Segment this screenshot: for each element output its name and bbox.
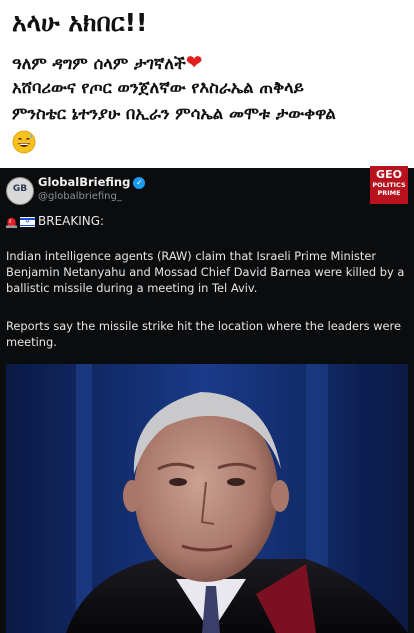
account-name-text: GlobalBriefing [38, 175, 131, 189]
caption-line-3: ምንስቴር ኔተንያሁ በኢራን ምሳኤል መሞቱ ታውቀዋል [12, 104, 336, 123]
portrait-photo [6, 364, 408, 633]
brand-logo-line-2: POLITICS [372, 181, 406, 189]
post-paragraph-1: Indian intelligence agents (RAW) claim t… [6, 249, 405, 295]
account-handle[interactable]: @globalbriefing_ [38, 191, 122, 202]
grinning-sweat-emoji-icon [12, 130, 36, 154]
caption-line-1-text: ዓለም ዳግም ሰላም ታገኛለች [12, 54, 186, 73]
verified-badge-icon: ✓ [133, 176, 146, 189]
caption-line-2: አሸባሪውና የጦር ወንጀለኛው የእስራኤል ጠቅላይ [12, 78, 304, 97]
caption-title: አላሁ አክበር!! [12, 8, 148, 37]
red-heart-icon: ❤ [185, 50, 203, 74]
israel-flag-icon: ✡ [20, 217, 35, 227]
brand-logo-line-1: GEO [376, 168, 402, 181]
post-photo[interactable] [6, 364, 408, 633]
account-name[interactable]: GlobalBriefing ✓ [38, 175, 146, 189]
shared-image: አላሁ አክበር!! ዓለም ዳግም ሰላም ታገኛለች❤ አሸባሪውና የጦር… [0, 0, 414, 633]
caption-area: አላሁ አክበር!! ዓለም ዳግም ሰላም ታገኛለች❤ አሸባሪውና የጦር… [0, 0, 414, 168]
brand-logo: GEO POLITICS PRIME [370, 166, 408, 204]
tweet-card: GB GlobalBriefing ✓ @globalbriefing_ GEO … [0, 166, 414, 633]
avatar-initials: GB [12, 184, 28, 194]
siren-icon [6, 217, 17, 228]
avatar[interactable]: GB [6, 177, 34, 205]
post-paragraph-2: Reports say the missile strike hit the l… [6, 319, 401, 349]
caption-line-1: ዓለም ዳግም ሰላም ታገኛለች❤ [12, 50, 412, 76]
breaking-label: BREAKING: [38, 214, 105, 228]
brand-logo-line-3: PRIME [377, 189, 401, 197]
